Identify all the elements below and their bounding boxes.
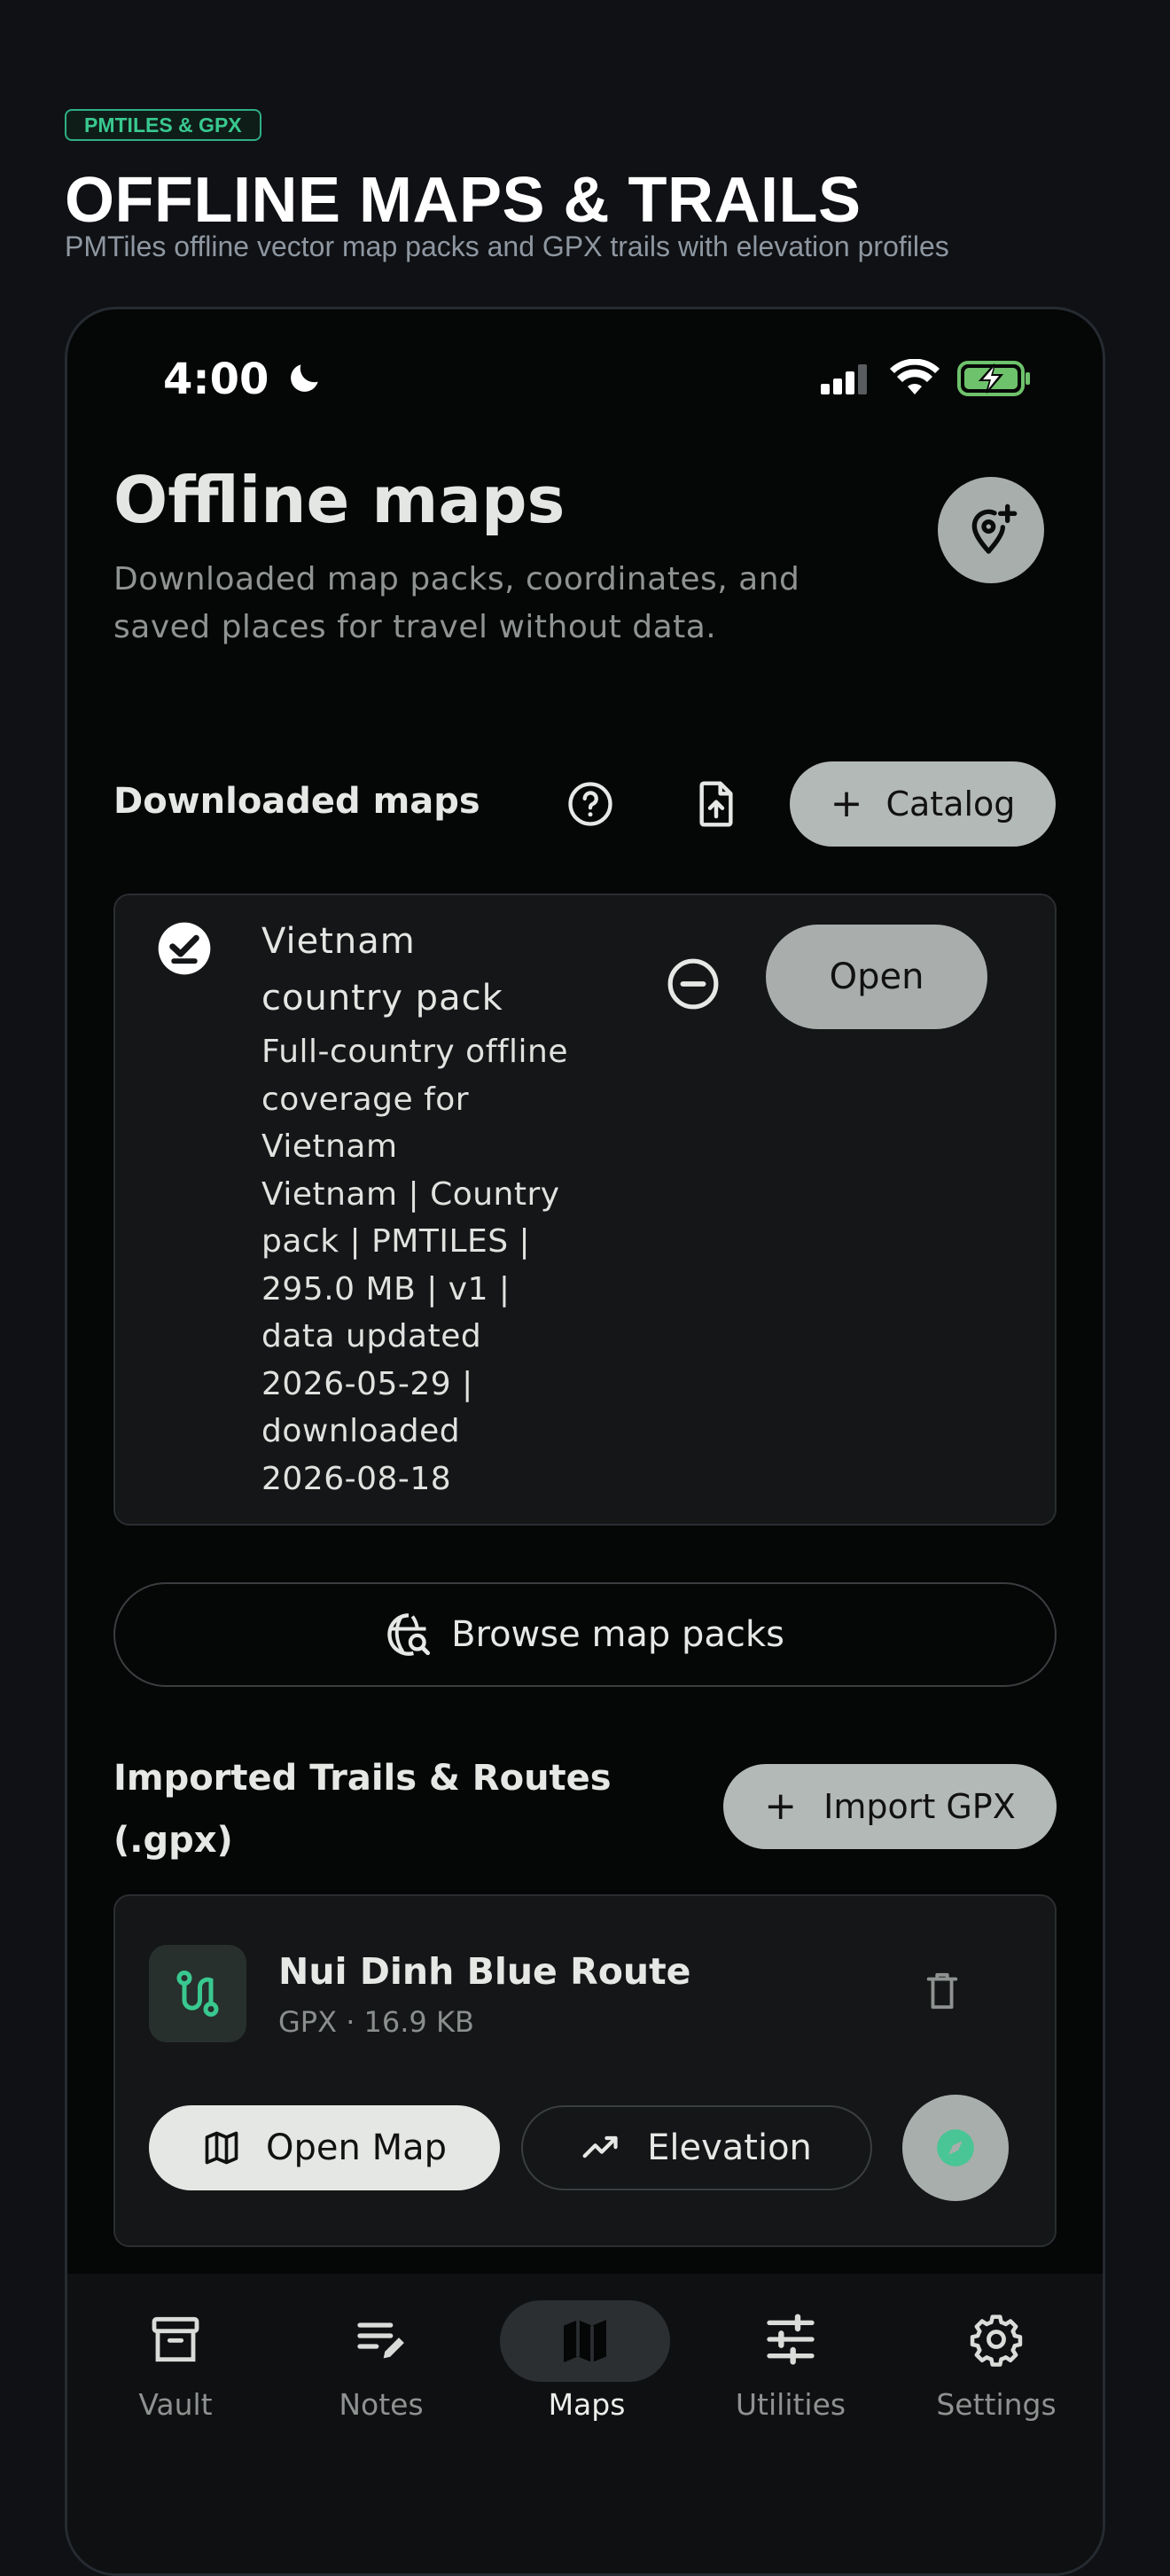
- add-location-icon: [971, 503, 1018, 554]
- map-pack-description: Full-country offline coverage for Vietna…: [261, 1028, 568, 1503]
- page-subtitle: Downloaded map packs, coordinates, and s…: [113, 561, 800, 645]
- file-upload-icon: [699, 781, 733, 827]
- nav-item-settings[interactable]: Settings: [908, 2274, 1085, 2451]
- wifi-icon: [890, 359, 940, 394]
- header-subtitle: PMTiles offline vector map packs and GPX…: [65, 230, 949, 262]
- open-pack-label: Open: [829, 956, 924, 997]
- plus-icon: +: [764, 1784, 798, 1829]
- nav-item-utilities[interactable]: Utilities: [702, 2274, 879, 2451]
- help-circle-icon: [568, 782, 612, 826]
- navigate-trail-button[interactable]: [902, 2095, 1009, 2201]
- remove-circle-icon: [667, 958, 719, 1010]
- imported-trails-heading: Imported Trails & Routes (.gpx): [113, 1747, 612, 1871]
- gear-icon: [970, 2314, 1023, 2367]
- nav-label-notes: Notes: [339, 2387, 424, 2422]
- map-pack-desc-line: Vietnam: [261, 1128, 398, 1165]
- upload-file-button[interactable]: [685, 773, 747, 835]
- open-pack-button[interactable]: Open: [766, 925, 987, 1029]
- map-pack-desc-line: Vietnam | Country: [261, 1175, 560, 1213]
- elevation-label: Elevation: [647, 2127, 812, 2168]
- explore-compass-icon: [937, 2129, 974, 2166]
- trail-meta: GPX · 16.9 KB: [278, 2005, 474, 2039]
- imported-trails-heading-line2: (.gpx): [113, 1820, 233, 1861]
- trending-up-icon: [582, 2135, 618, 2158]
- map-pack-card: Vietnam country pack Full-country offlin…: [113, 894, 1057, 1526]
- map-pack-desc-line: 2026-08-18: [261, 1460, 452, 1497]
- map-icon: [564, 2320, 606, 2362]
- add-place-button[interactable]: [938, 477, 1044, 583]
- moon-icon: [291, 364, 318, 392]
- map-pack-desc-line: 295.0 MB | v1 |: [261, 1270, 511, 1308]
- header-title: OFFLINE MAPS & TRAILS: [65, 165, 862, 236]
- nav-item-maps[interactable]: Maps: [498, 2274, 675, 2451]
- nav-label-vault: Vault: [138, 2387, 213, 2422]
- map-pack-desc-line: data updated: [261, 1318, 482, 1354]
- downloaded-maps-heading: Downloaded maps: [113, 781, 480, 822]
- battery-charging-icon: [957, 361, 1030, 396]
- open-map-button[interactable]: Open Map: [149, 2105, 500, 2190]
- map-pack-desc-line: pack | PMTILES |: [261, 1223, 531, 1260]
- open-map-label: Open Map: [266, 2127, 447, 2168]
- sliders-icon: [767, 2314, 815, 2365]
- map-pack-desc-line: downloaded: [261, 1413, 461, 1449]
- map-icon: [205, 2131, 238, 2165]
- nav-label-maps: Maps: [548, 2387, 626, 2422]
- delete-trail-button[interactable]: [911, 1960, 973, 2022]
- map-pack-title-line2: country pack: [261, 978, 503, 1019]
- status-time: 4:00: [163, 354, 324, 405]
- catalog-button[interactable]: + Catalog: [790, 761, 1056, 847]
- nav-label-settings: Settings: [936, 2387, 1057, 2422]
- imported-trails-heading-line1: Imported Trails & Routes: [113, 1758, 612, 1799]
- map-pack-title-line1: Vietnam: [261, 921, 416, 962]
- trail-card: Nui Dinh Blue Route GPX · 16.9 KB Open M…: [113, 1894, 1057, 2247]
- status-icons: [819, 359, 1058, 398]
- catalog-label: Catalog: [885, 785, 1016, 824]
- browse-map-packs-label: Browse map packs: [451, 1614, 784, 1655]
- bottom-nav: Vault Notes Maps Utilities Settings: [67, 2274, 1103, 2573]
- notes-icon: [357, 2322, 404, 2359]
- import-gpx-button[interactable]: + Import GPX: [723, 1764, 1057, 1849]
- globe-search-icon: [387, 1613, 431, 1656]
- nav-item-vault[interactable]: Vault: [87, 2274, 264, 2451]
- map-pack-desc-line: Full-country offline: [261, 1034, 569, 1070]
- map-pack-desc-line: 2026-05-29 |: [261, 1365, 473, 1402]
- header-badge: PMTILES & GPX: [65, 109, 261, 141]
- route-icon: [176, 1970, 219, 2018]
- remove-pack-button[interactable]: [658, 948, 729, 1019]
- browse-map-packs-button[interactable]: Browse map packs: [113, 1582, 1057, 1687]
- phone-frame: 4:00 Offline maps Downloaded map packs, …: [65, 307, 1105, 2576]
- help-button[interactable]: [559, 773, 621, 835]
- plus-icon: +: [830, 781, 863, 826]
- map-pack-desc-line: coverage for: [261, 1081, 470, 1118]
- trail-thumb: [149, 1945, 246, 2042]
- trail-name: Nui Dinh Blue Route: [278, 1950, 691, 1993]
- cellular-signal-icon: [821, 364, 867, 394]
- map-pack-title: Vietnam country pack: [261, 913, 503, 1026]
- status-time-text: 4:00: [163, 355, 269, 404]
- downloaded-check-icon: [158, 922, 211, 975]
- archive-icon: [152, 2316, 199, 2362]
- nav-item-notes[interactable]: Notes: [292, 2274, 470, 2451]
- elevation-button[interactable]: Elevation: [521, 2105, 872, 2190]
- trash-icon: [926, 1972, 958, 2010]
- page-title: Offline maps: [113, 463, 566, 537]
- import-gpx-label: Import GPX: [823, 1787, 1016, 1826]
- nav-label-utilities: Utilities: [735, 2387, 846, 2422]
